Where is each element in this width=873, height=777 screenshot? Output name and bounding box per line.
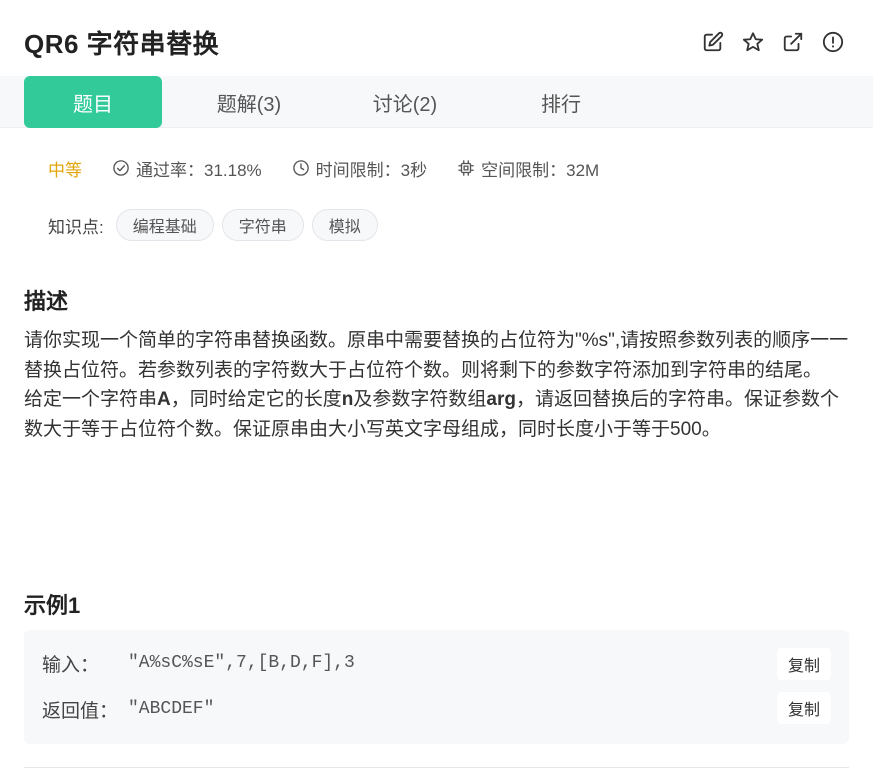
desc-text: 及参数字符数组 xyxy=(353,389,487,410)
tab-discussion[interactable]: 讨论(2) xyxy=(336,76,474,128)
output-label: 返回值： xyxy=(42,700,119,722)
tag-string[interactable]: 字符串 xyxy=(221,209,304,241)
knowledge-label: 知识点: xyxy=(48,217,104,237)
example-box: 输入： "A%sC%sE",7,[B,D,F],3 复制 返回值： "ABCDE… xyxy=(24,630,849,744)
chip-icon xyxy=(458,160,474,176)
copy-output-button[interactable]: 复制 xyxy=(777,692,831,724)
knowledge-tags: 知识点: 编程基础 字符串 模拟 xyxy=(48,208,386,242)
description-heading: 描述 xyxy=(24,289,69,314)
pass-rate: 通过率：31.18% xyxy=(112,156,262,181)
problem-description: 请你实现一个简单的字符串替换函数。原串中需要替换的占位符为"%s",请按照参数列… xyxy=(24,326,854,444)
description-paragraph-2: 给定一个字符串A，同时给定它的长度n及参数字符数组arg，请返回替换后的字符串。… xyxy=(24,385,854,444)
problem-header: QR6 字符串替换 xyxy=(0,0,873,76)
space-limit-text: 空间限制：32M xyxy=(481,160,600,180)
desc-var-a: A xyxy=(157,389,171,410)
example-output-row: 返回值： "ABCDEF" xyxy=(42,694,214,724)
tag-simulation[interactable]: 模拟 xyxy=(311,209,378,241)
tab-bar: 题目 题解(3) 讨论(2) 排行 xyxy=(0,76,873,128)
problem-meta: 中等 通过率：31.18% 时间限制：3秒 空间限制：32M xyxy=(48,156,629,180)
desc-var-arg: arg xyxy=(486,389,516,410)
clock-icon xyxy=(292,160,309,176)
desc-text: 给定一个字符串 xyxy=(24,389,158,410)
copy-input-button[interactable]: 复制 xyxy=(777,648,831,680)
space-limit: 空间限制：32M xyxy=(457,156,599,181)
tab-problem[interactable]: 题目 xyxy=(24,76,162,128)
pass-rate-text: 通过率：31.18% xyxy=(136,160,262,180)
tab-ranking[interactable]: 排行 xyxy=(492,76,630,128)
output-value: "ABCDEF" xyxy=(128,699,215,719)
divider xyxy=(24,767,849,768)
tag-programming-basics[interactable]: 编程基础 xyxy=(115,209,214,241)
check-circle-icon xyxy=(113,160,129,176)
star-icon[interactable] xyxy=(741,30,765,54)
example-input-row: 输入： "A%sC%sE",7,[B,D,F],3 xyxy=(42,648,355,678)
time-limit-text: 时间限制：3秒 xyxy=(315,160,428,180)
difficulty-badge: 中等 xyxy=(48,160,82,180)
input-label: 输入： xyxy=(42,654,100,676)
tab-solutions[interactable]: 题解(3) xyxy=(180,76,318,128)
desc-text: ，同时给定它的长度 xyxy=(170,389,342,410)
problem-title: QR6 字符串替换 xyxy=(24,29,220,59)
header-actions xyxy=(701,30,845,54)
desc-var-n: n xyxy=(341,389,354,410)
description-paragraph-1: 请你实现一个简单的字符串替换函数。原串中需要替换的占位符为"%s",请按照参数列… xyxy=(24,330,849,381)
info-icon[interactable] xyxy=(821,30,845,54)
time-limit: 时间限制：3秒 xyxy=(292,156,427,181)
edit-icon[interactable] xyxy=(701,30,725,54)
share-icon[interactable] xyxy=(781,30,805,54)
input-value: "A%sC%sE",7,[B,D,F],3 xyxy=(128,653,355,673)
example-heading: 示例1 xyxy=(24,593,81,618)
